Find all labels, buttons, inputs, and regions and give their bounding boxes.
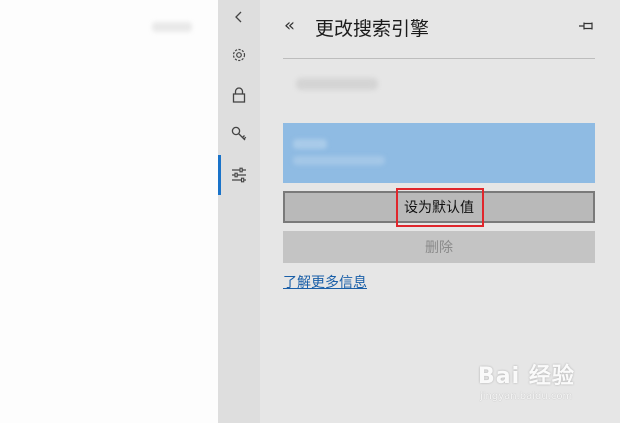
chevron-left-icon (235, 11, 242, 23)
delete-button[interactable]: 删除 (283, 231, 595, 263)
change-search-engine-panel: « 更改搜索引擎 设为默认值 删除 了解更多信息 (260, 0, 620, 423)
pin-icon[interactable] (578, 20, 596, 32)
passwords-settings-button[interactable] (218, 119, 260, 149)
learn-more-link[interactable]: 了解更多信息 (283, 272, 367, 292)
gear-icon (232, 48, 246, 62)
settings-icon-rail (218, 0, 260, 423)
header-divider (283, 58, 595, 59)
double-chevron-left-icon[interactable]: « (284, 16, 295, 36)
blurred-page-title (152, 22, 192, 32)
blurred-engine-name (293, 139, 327, 149)
advanced-settings-button[interactable] (218, 160, 260, 190)
set-default-button[interactable]: 设为默认值 (283, 191, 595, 223)
lock-icon (232, 87, 246, 103)
collapse-button[interactable] (218, 2, 260, 32)
background-page (0, 0, 218, 423)
general-settings-button[interactable] (218, 40, 260, 70)
page-title: 更改搜索引擎 (315, 18, 430, 40)
sliders-icon (232, 167, 246, 183)
privacy-settings-button[interactable] (218, 80, 260, 110)
key-icon (231, 126, 247, 141)
blurred-section-heading (296, 78, 378, 90)
panel-header: « 更改搜索引擎 (260, 0, 620, 58)
search-engine-list-item[interactable] (283, 123, 595, 183)
blurred-engine-url (293, 156, 385, 165)
